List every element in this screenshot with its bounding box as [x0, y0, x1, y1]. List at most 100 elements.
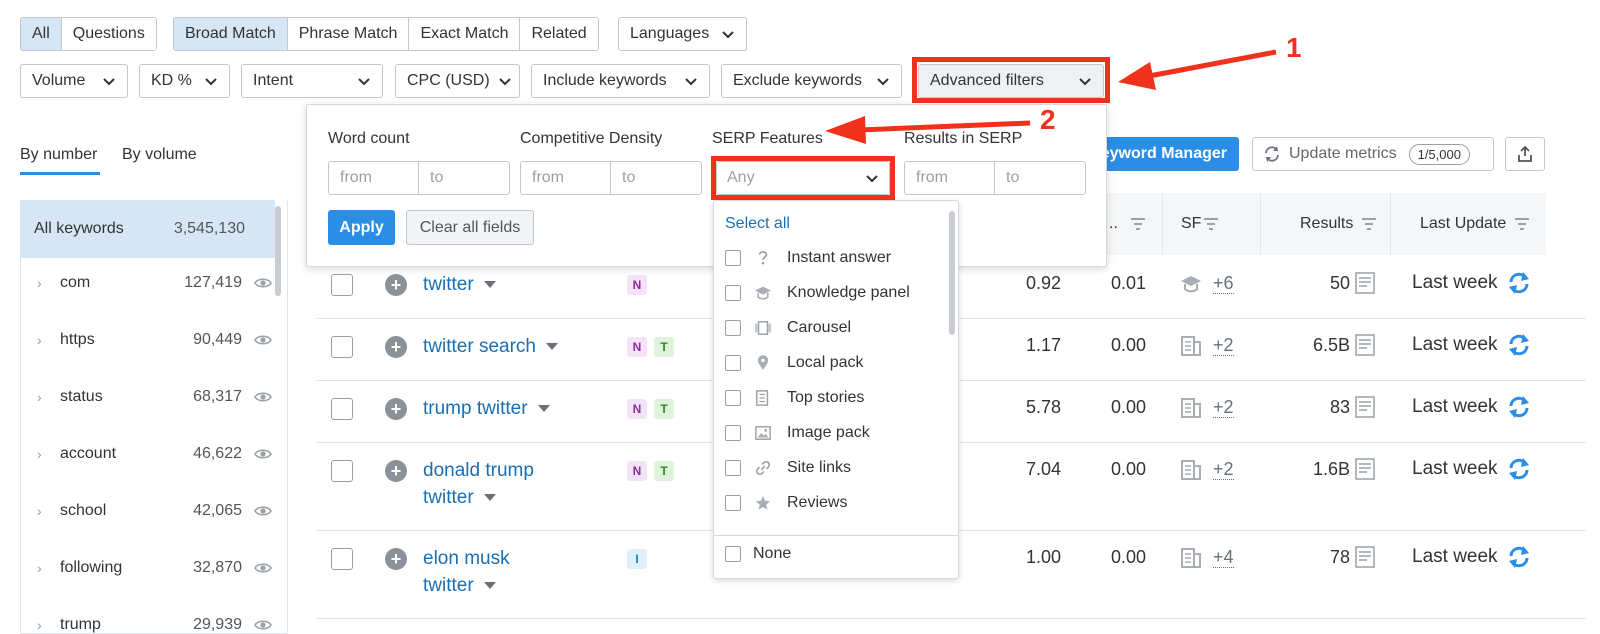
th-last-update[interactable]: Last Update	[1420, 215, 1506, 233]
keyword-link[interactable]: twitter search	[423, 333, 558, 360]
tab-all[interactable]: All	[21, 18, 62, 50]
serp-option[interactable]: Image pack	[725, 422, 870, 444]
serp-snapshot-icon[interactable]	[1355, 546, 1375, 573]
top-stories-icon[interactable]	[1180, 460, 1202, 485]
checkbox[interactable]	[725, 546, 741, 562]
keyword-manager-button[interactable]: eyword Manager	[1092, 137, 1239, 171]
chevron-right-icon[interactable]: ›	[37, 560, 42, 576]
kd-filter[interactable]: KD %	[139, 64, 230, 98]
group-item[interactable]: › account 46,622	[20, 425, 274, 483]
row-checkbox[interactable]	[331, 336, 353, 358]
word-count-to-input[interactable]: to	[419, 162, 509, 194]
group-item[interactable]: › status 68,317	[20, 368, 274, 426]
chevron-right-icon[interactable]: ›	[37, 389, 42, 405]
serp-option[interactable]: Top stories	[725, 387, 864, 409]
group-item[interactable]: › trump 29,939	[20, 596, 274, 634]
refresh-icon[interactable]	[1507, 271, 1531, 300]
caret-down-icon[interactable]	[483, 494, 496, 502]
apply-button[interactable]: Apply	[328, 210, 395, 245]
include-keywords-filter[interactable]: Include keywords	[531, 64, 710, 98]
serp-option[interactable]: Reviews	[725, 492, 847, 514]
eye-icon[interactable]	[254, 447, 272, 461]
refresh-icon[interactable]	[1507, 395, 1531, 424]
volume-filter[interactable]: Volume	[20, 64, 128, 98]
group-item[interactable]: › https 90,449	[20, 311, 274, 369]
checkbox[interactable]	[725, 285, 741, 301]
refresh-icon[interactable]	[1507, 457, 1531, 486]
add-keyword-icon[interactable]: +	[385, 460, 407, 482]
checkbox[interactable]	[725, 495, 741, 511]
group-all-keywords[interactable]: All keywords 3,545,130	[21, 200, 275, 258]
eye-icon[interactable]	[254, 504, 272, 518]
results-to-input[interactable]: to	[995, 162, 1085, 194]
checkbox[interactable]	[725, 250, 741, 266]
add-keyword-icon[interactable]: +	[385, 336, 407, 358]
serp-snapshot-icon[interactable]	[1355, 334, 1375, 361]
sf-more-link[interactable]: +2	[1213, 459, 1234, 480]
intent-filter[interactable]: Intent	[241, 64, 383, 98]
serp-option[interactable]: Instant answer	[725, 247, 891, 269]
checkbox[interactable]	[725, 320, 741, 336]
serp-option-none[interactable]: None	[725, 543, 791, 565]
update-metrics-button[interactable]: Update metrics 1/5,000	[1252, 137, 1494, 171]
caret-down-icon[interactable]	[483, 582, 496, 590]
keyword-link[interactable]: elon musk twitter	[423, 545, 510, 599]
sort-icon[interactable]	[1204, 218, 1218, 230]
eye-icon[interactable]	[254, 618, 272, 632]
eye-icon[interactable]	[254, 276, 272, 290]
serp-snapshot-icon[interactable]	[1355, 396, 1375, 423]
checkbox[interactable]	[725, 460, 741, 476]
top-stories-icon[interactable]	[1180, 336, 1202, 361]
caret-down-icon[interactable]	[537, 405, 550, 413]
left-panel-scrollbar[interactable]	[275, 206, 281, 296]
tab-related[interactable]: Related	[520, 18, 598, 50]
sf-more-link[interactable]: +6	[1213, 273, 1234, 294]
group-item[interactable]: › following 32,870	[20, 539, 274, 597]
serp-snapshot-icon[interactable]	[1355, 458, 1375, 485]
sf-more-link[interactable]: +2	[1213, 335, 1234, 356]
eye-icon[interactable]	[254, 561, 272, 575]
serp-option[interactable]: Site links	[725, 457, 851, 479]
th-results[interactable]: Results	[1300, 215, 1353, 233]
keyword-link[interactable]: donald trump twitter	[423, 457, 534, 511]
chevron-right-icon[interactable]: ›	[37, 617, 42, 633]
top-stories-icon[interactable]	[1180, 548, 1202, 573]
add-keyword-icon[interactable]: +	[385, 398, 407, 420]
row-checkbox[interactable]	[331, 398, 353, 420]
sf-more-link[interactable]: +2	[1213, 397, 1234, 418]
sort-icon[interactable]	[1515, 218, 1529, 230]
sort-icon[interactable]	[1131, 218, 1145, 230]
word-count-from-input[interactable]: from	[329, 162, 419, 194]
tab-questions[interactable]: Questions	[61, 18, 156, 50]
group-item[interactable]: › school 42,065	[20, 482, 274, 540]
th-sf[interactable]: SF	[1181, 215, 1201, 233]
th-com[interactable]: ..	[1109, 215, 1118, 233]
dropdown-scrollbar[interactable]	[949, 211, 955, 335]
checkbox[interactable]	[725, 355, 741, 371]
sort-icon[interactable]	[1362, 218, 1376, 230]
row-checkbox[interactable]	[331, 274, 353, 296]
chevron-right-icon[interactable]: ›	[37, 503, 42, 519]
serp-option[interactable]: Knowledge panel	[725, 282, 910, 304]
caret-down-icon[interactable]	[545, 343, 558, 351]
add-keyword-icon[interactable]: +	[385, 548, 407, 570]
checkbox[interactable]	[725, 425, 741, 441]
eye-icon[interactable]	[254, 333, 272, 347]
keyword-link[interactable]: twitter	[423, 271, 496, 298]
tab-broad-match[interactable]: Broad Match	[174, 18, 288, 50]
knowledge-panel-icon[interactable]	[1180, 274, 1202, 299]
clear-all-fields-button[interactable]: Clear all fields	[406, 210, 534, 245]
eye-icon[interactable]	[254, 390, 272, 404]
tab-phrase-match[interactable]: Phrase Match	[287, 18, 410, 50]
chevron-right-icon[interactable]: ›	[37, 332, 42, 348]
density-from-input[interactable]: from	[521, 162, 611, 194]
checkbox[interactable]	[725, 390, 741, 406]
top-stories-icon[interactable]	[1180, 398, 1202, 423]
serp-option[interactable]: Local pack	[725, 352, 864, 374]
tab-by-volume[interactable]: By volume	[122, 146, 197, 164]
tab-by-number[interactable]: By number	[20, 146, 97, 164]
chevron-right-icon[interactable]: ›	[37, 275, 42, 291]
cpc-filter[interactable]: CPC (USD)	[395, 64, 520, 98]
results-from-input[interactable]: from	[905, 162, 995, 194]
chevron-right-icon[interactable]: ›	[37, 446, 42, 462]
